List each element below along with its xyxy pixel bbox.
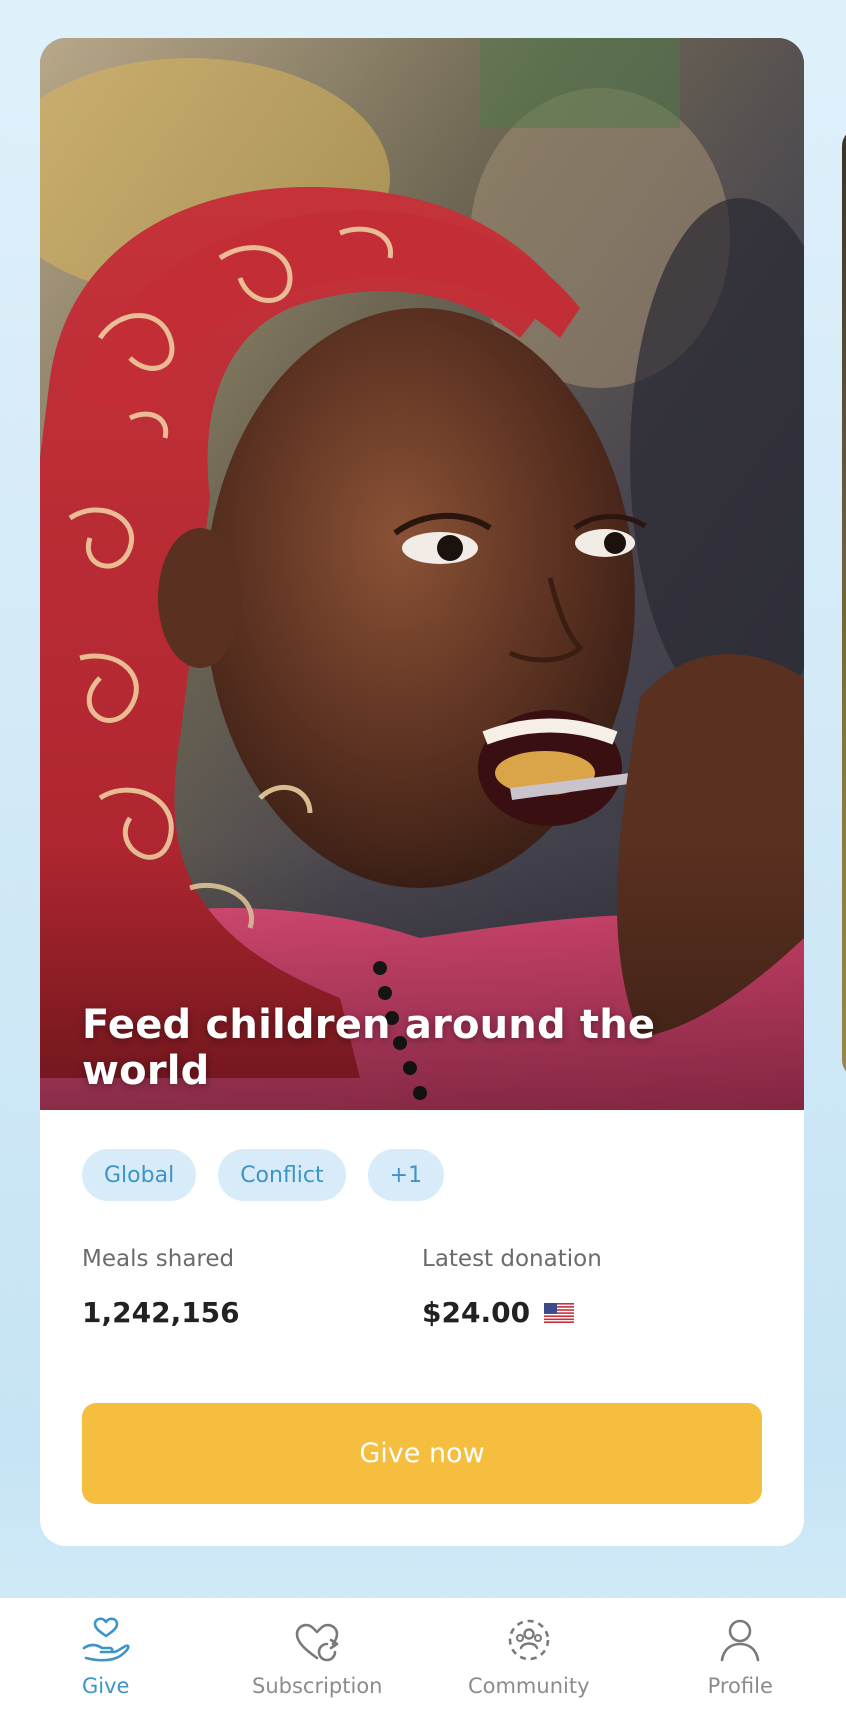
tag-list: Global Conflict +1 (82, 1149, 445, 1201)
meals-shared-label: Meals shared (82, 1246, 235, 1272)
heart-hand-icon (82, 1617, 130, 1662)
bottom-tab-bar: Give Subscription Community Profile (0, 1597, 846, 1712)
tab-community-label: Community (467, 1674, 590, 1698)
us-flag-icon (544, 1302, 575, 1323)
meals-shared-number: 1,242,156 (82, 1296, 240, 1329)
child-eating-photo (40, 38, 804, 1110)
campaign-title: Feed children around the world (82, 1002, 656, 1094)
heart-refresh-icon (295, 1623, 339, 1662)
latest-donation-amount: $24.00 (422, 1296, 531, 1329)
tag-global[interactable]: Global (82, 1149, 197, 1201)
tag-more[interactable]: +1 (367, 1149, 445, 1201)
meals-shared-value: 1,242,156 (82, 1296, 240, 1329)
tab-subscription[interactable]: Subscription (212, 1598, 424, 1712)
latest-donation-label: Latest donation (422, 1246, 602, 1272)
tab-give-label: Give (82, 1674, 130, 1698)
tab-community[interactable]: Community (423, 1598, 635, 1712)
tab-profile[interactable]: Profile (635, 1598, 846, 1712)
campaign-card[interactable]: Feed children around the world Global Co… (40, 38, 804, 1546)
community-icon (508, 1619, 550, 1661)
campaign-photo: Feed children around the world (40, 38, 804, 1110)
tab-give[interactable]: Give (0, 1598, 212, 1712)
tab-profile-label: Profile (707, 1674, 773, 1698)
tab-subscription-label: Subscription (252, 1674, 383, 1698)
person-icon (720, 1619, 760, 1662)
next-card-peek[interactable] (842, 128, 846, 1078)
give-now-button[interactable]: Give now (82, 1403, 762, 1504)
latest-donation-value: $24.00 (422, 1296, 575, 1329)
tag-conflict[interactable]: Conflict (218, 1149, 346, 1201)
